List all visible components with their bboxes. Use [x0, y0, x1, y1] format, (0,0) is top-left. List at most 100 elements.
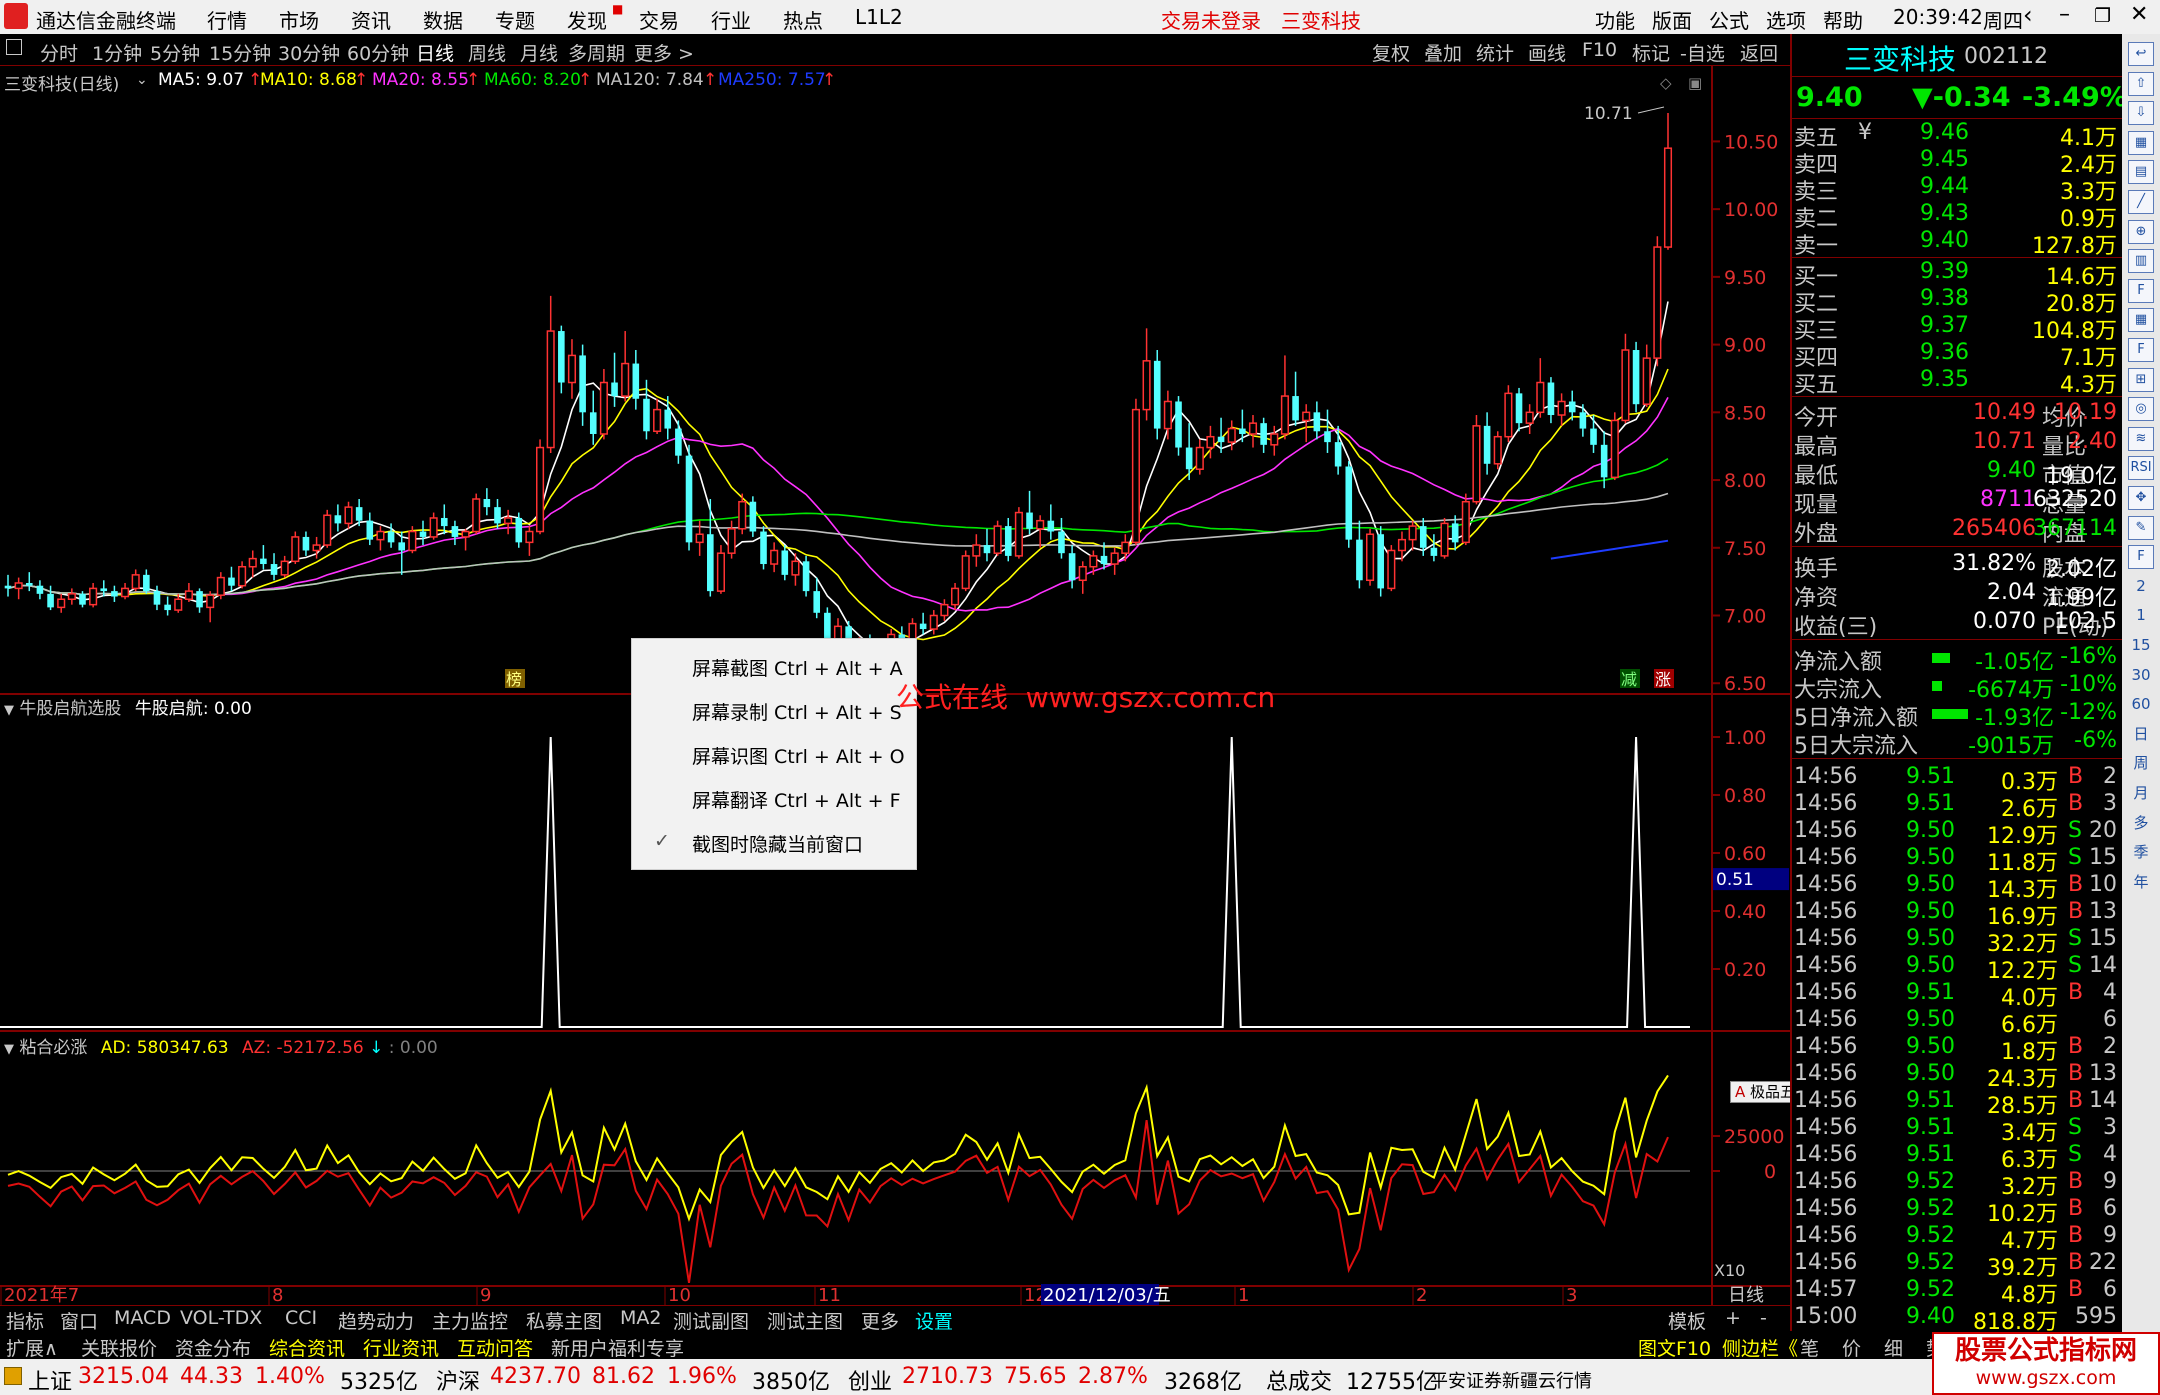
info-tab-6[interactable]: 新用户福利专享 [551, 1334, 684, 1361]
toolbar-icon-27[interactable]: 季 [2128, 841, 2154, 865]
period-60min[interactable]: 60分钟 [347, 39, 409, 66]
menu-item-record[interactable]: 屏幕录制 Ctrl + Alt + S [692, 698, 902, 725]
btn-f10[interactable]: F10 [1582, 39, 1617, 61]
toolbar-icon-26[interactable]: 多 [2128, 812, 2154, 836]
ime-mode-icon[interactable]: A [1735, 1083, 1745, 1101]
indicator-tab-2[interactable]: MACD [114, 1307, 171, 1329]
info-tab-right-4[interactable]: 细 [1884, 1334, 1903, 1361]
period-monthly[interactable]: 月线 [520, 39, 558, 66]
indicator-tab-3[interactable]: VOL-TDX [180, 1307, 262, 1329]
btn-biaoji[interactable]: 标记 [1632, 39, 1670, 66]
indicator-tab-7[interactable]: 私募主图 [526, 1307, 602, 1334]
toolbar-icon-17[interactable]: F [2128, 545, 2154, 570]
menu-banmian[interactable]: 版面 [1652, 5, 1692, 34]
toolbar-icon-0[interactable]: ↩ [2128, 42, 2154, 66]
btn-huaxian[interactable]: 画线 [1528, 39, 1566, 66]
info-tab-right-3[interactable]: 价 [1842, 1334, 1861, 1361]
menu-zhuanti[interactable]: 专题 [495, 5, 535, 34]
info-tab-1[interactable]: 关联报价 [81, 1334, 157, 1361]
info-tab-3[interactable]: 综合资讯 [269, 1334, 345, 1361]
menu-jiaoyi[interactable]: 交易 [639, 5, 679, 34]
toolbar-icon-2[interactable]: ⇩ [2128, 101, 2154, 126]
toolbar-icon-3[interactable]: ▦ [2128, 130, 2154, 155]
period-daily[interactable]: 日线 [416, 39, 454, 66]
period-5min[interactable]: 5分钟 [150, 39, 200, 66]
period-1min[interactable]: 1分钟 [92, 39, 142, 66]
menu-zixun[interactable]: 资讯 [351, 5, 391, 34]
indicator-tab-5[interactable]: 趋势动力 [338, 1307, 414, 1334]
btn-fanhui[interactable]: 返回 [1740, 39, 1778, 66]
menu-item-ocr[interactable]: 屏幕识图 Ctrl + Alt + O [692, 742, 905, 769]
toolbar-icon-15[interactable]: ✥ [2128, 486, 2154, 510]
indicator-tab-10[interactable]: 测试主图 [767, 1307, 843, 1334]
menu-shichang[interactable]: 市场 [279, 5, 319, 34]
menu-xuanxiang[interactable]: 选项 [1766, 5, 1806, 34]
back-arrow-icon[interactable]: ‹ [2023, 1, 2033, 29]
period-more[interactable]: 更多 > [634, 39, 694, 66]
period-30min[interactable]: 30分钟 [278, 39, 340, 66]
info-tab-right-2[interactable]: 笔 [1800, 1334, 1819, 1361]
info-tab-5[interactable]: 互动问答 [457, 1334, 533, 1361]
toolbar-icon-24[interactable]: 周 [2128, 752, 2154, 776]
toolbar-icon-16[interactable]: ✎ [2128, 515, 2154, 540]
toolbar-icon-8[interactable]: F [2128, 278, 2154, 303]
toolbar-icon-23[interactable]: 日 [2128, 723, 2154, 747]
ind2-menu-icon[interactable]: ▼ [4, 1042, 14, 1057]
indicator-tab-12[interactable]: 设置 [915, 1307, 953, 1334]
period-15min[interactable]: 15分钟 [209, 39, 271, 66]
menu-gongneng[interactable]: 功能 [1595, 5, 1635, 34]
menu-item-translate[interactable]: 屏幕翻译 Ctrl + Alt + F [692, 786, 901, 813]
menu-hangqing[interactable]: 行情 [207, 5, 247, 34]
indicator-tab-9[interactable]: 测试副图 [673, 1307, 749, 1334]
panel-toggle-icon[interactable] [6, 39, 22, 55]
toolbar-icon-19[interactable]: 1 [2128, 604, 2154, 628]
tab-control-2[interactable]: - [1760, 1307, 1767, 1329]
info-tab-right-1[interactable]: 侧边栏《 [1722, 1334, 1798, 1361]
status-icon[interactable] [4, 1367, 22, 1385]
toolbar-icon-21[interactable]: 30 [2128, 664, 2154, 688]
toolbar-icon-1[interactable]: ⇧ [2128, 71, 2154, 96]
btn-diejia[interactable]: 叠加 [1424, 39, 1462, 66]
info-tab-4[interactable]: 行业资讯 [363, 1334, 439, 1361]
indicator-tab-6[interactable]: 主力监控 [432, 1307, 508, 1334]
btn-zixuan[interactable]: -自选 [1680, 39, 1725, 66]
menu-faxian[interactable]: 发现 [567, 5, 607, 34]
tab-control-0[interactable]: 模板 [1668, 1307, 1706, 1334]
toolbar-icon-5[interactable]: ╱ [2128, 190, 2154, 214]
indicator-tab-0[interactable]: 指标 [6, 1307, 44, 1334]
toolbar-icon-13[interactable]: ≋ [2128, 426, 2154, 451]
toolbar-icon-28[interactable]: 年 [2128, 871, 2154, 895]
toolbar-icon-7[interactable]: ▥ [2128, 249, 2154, 274]
period-fenshi[interactable]: 分时 [40, 39, 78, 66]
toolbar-icon-12[interactable]: ◎ [2128, 397, 2154, 422]
toolbar-icon-9[interactable]: ▦ [2128, 308, 2154, 333]
menu-l1l2[interactable]: L1L2 [855, 5, 903, 29]
indicator-tab-8[interactable]: MA2 [620, 1307, 661, 1329]
info-tab-right-0[interactable]: 图文F10 [1638, 1334, 1711, 1361]
btn-fuquan[interactable]: 复权 [1372, 39, 1410, 66]
menu-shuju[interactable]: 数据 [423, 5, 463, 34]
toolbar-icon-18[interactable]: 2 [2128, 575, 2154, 599]
toolbar-icon-25[interactable]: 月 [2128, 782, 2154, 806]
info-tab-0[interactable]: 扩展∧ [6, 1334, 58, 1361]
period-weekly[interactable]: 周线 [468, 39, 506, 66]
btn-tongji[interactable]: 统计 [1476, 39, 1514, 66]
toolbar-icon-10[interactable]: F [2128, 338, 2154, 362]
menu-item-hide-window[interactable]: 截图时隐藏当前窗口 [692, 830, 863, 857]
info-tab-2[interactable]: 资金分布 [175, 1334, 251, 1361]
close-icon[interactable]: ✕ [2130, 2, 2148, 27]
toolbar-icon-22[interactable]: 60 [2128, 693, 2154, 717]
indicator-tab-11[interactable]: 更多 [861, 1307, 899, 1334]
menu-gongshi[interactable]: 公式 [1709, 5, 1749, 34]
minimize-icon[interactable]: – [2059, 2, 2070, 27]
period-multi[interactable]: 多周期 [568, 39, 625, 66]
indicator-tab-1[interactable]: 窗口 [60, 1307, 98, 1334]
menu-redian[interactable]: 热点 [783, 5, 823, 34]
menu-bangzhu[interactable]: 帮助 [1823, 5, 1863, 34]
menu-item-screenshot[interactable]: 屏幕截图 Ctrl + Alt + A [692, 654, 903, 681]
restore-icon[interactable]: ❐ [2094, 5, 2111, 27]
toolbar-icon-11[interactable]: ⊞ [2128, 367, 2154, 392]
ind1-menu-icon[interactable]: ▼ [4, 703, 14, 718]
toolbar-icon-4[interactable]: ▤ [2128, 160, 2154, 185]
toolbar-icon-6[interactable]: ⊕ [2128, 219, 2154, 244]
